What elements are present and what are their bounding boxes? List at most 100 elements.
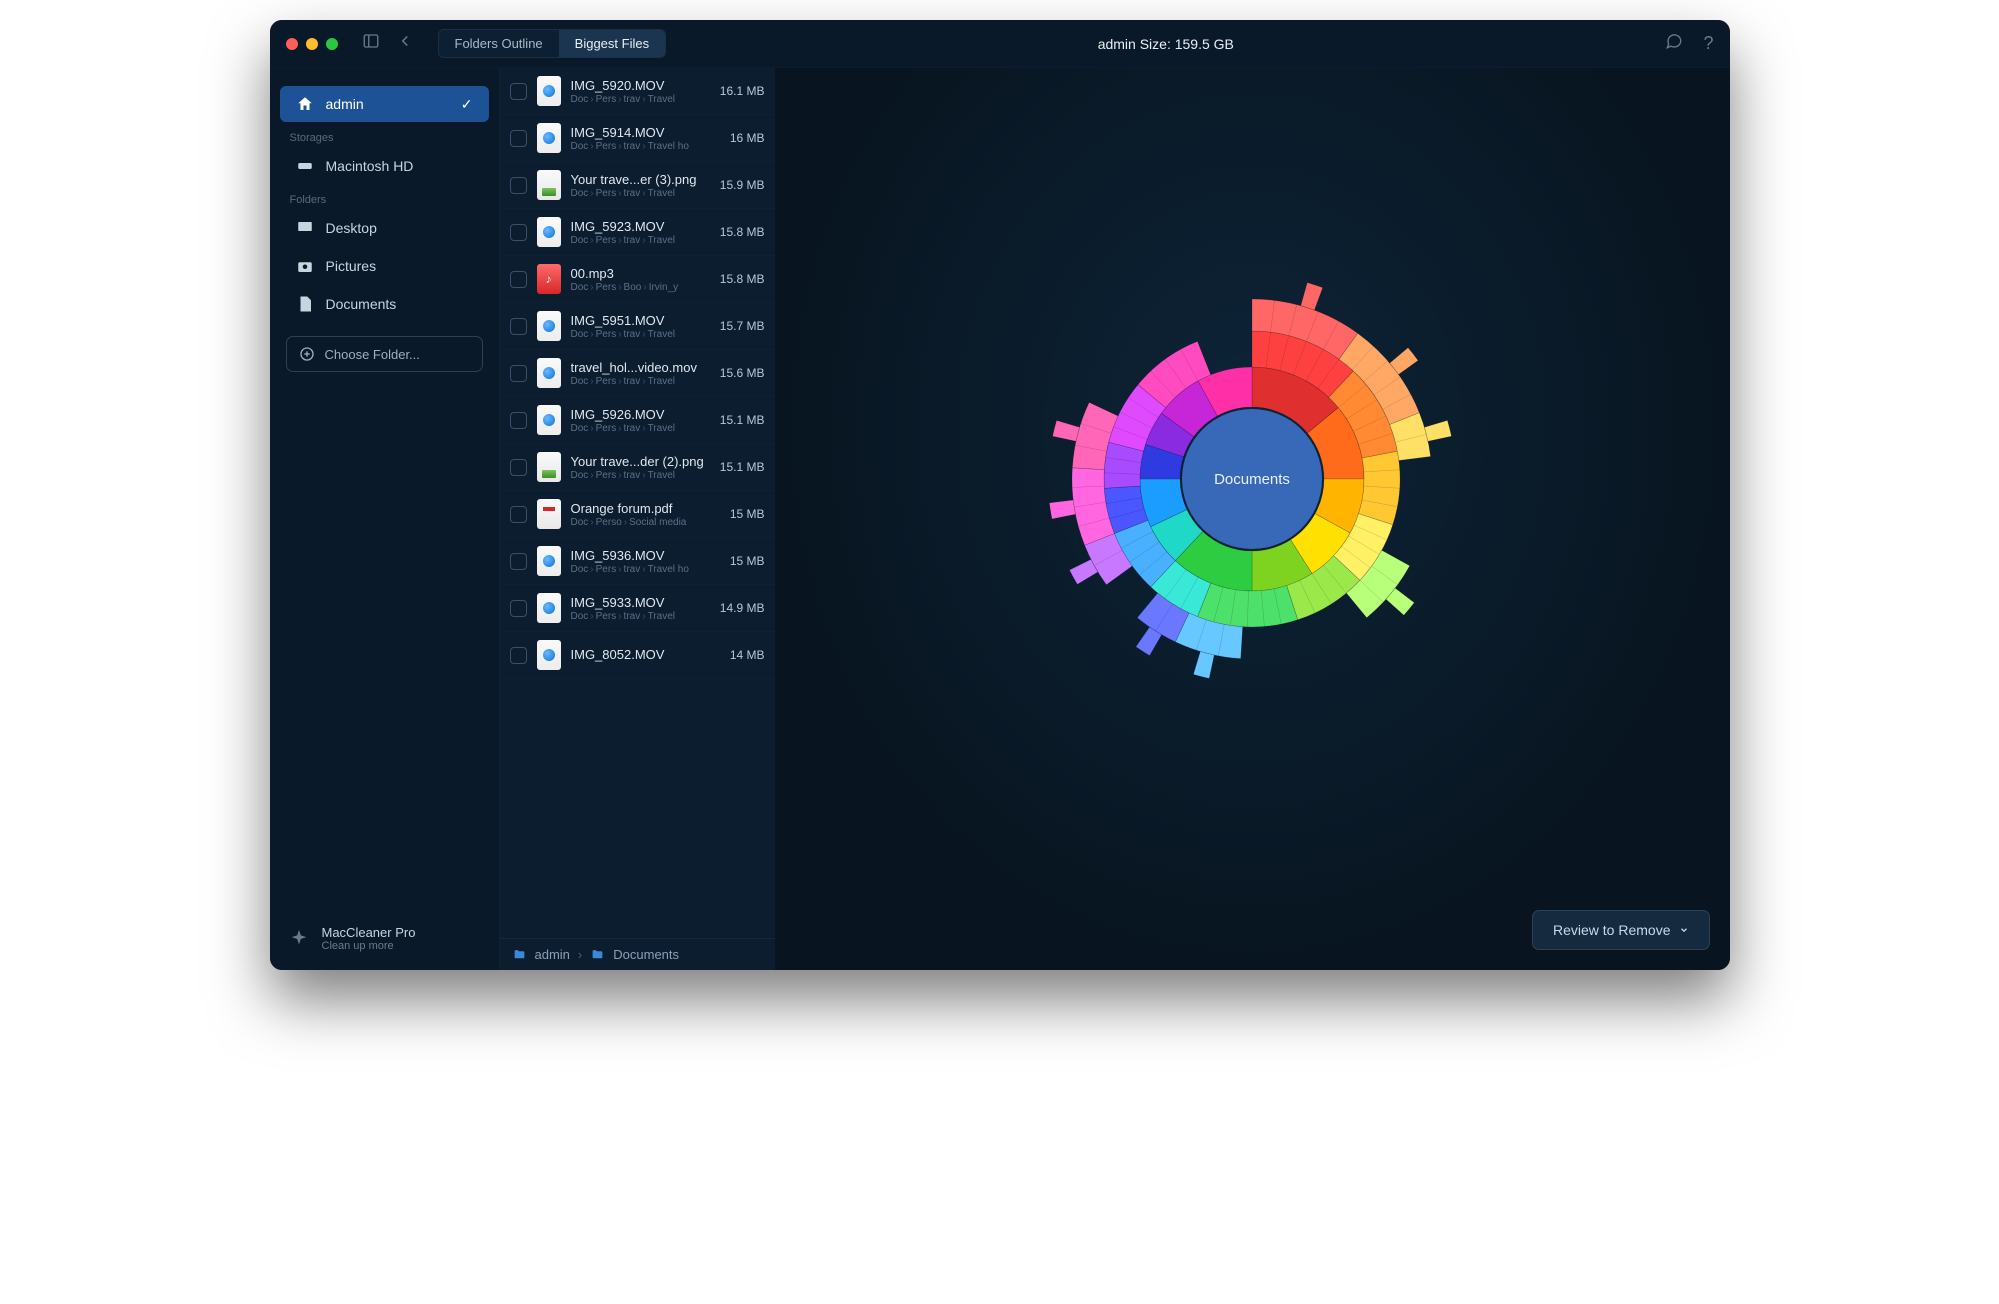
file-checkbox[interactable] (510, 412, 527, 429)
feedback-icon[interactable] (1665, 32, 1683, 55)
file-info: IMG_5920.MOV Doc›Pers›trav›Travel (571, 78, 710, 105)
file-info: IMG_5933.MOV Doc›Pers›trav›Travel (571, 595, 710, 622)
file-checkbox[interactable] (510, 365, 527, 382)
sidebar-user[interactable]: admin ✓ (280, 86, 489, 122)
file-type-icon (537, 593, 561, 623)
sidebar-section-storages: Storages (270, 124, 499, 148)
sidebar-user-label: admin (326, 96, 364, 112)
sidebar-item-label: Pictures (326, 258, 377, 274)
file-name: IMG_5926.MOV (571, 407, 710, 422)
file-row[interactable]: IMG_8052.MOV 14 MB (500, 632, 775, 679)
sidebar-item-pictures[interactable]: Pictures (280, 248, 489, 284)
file-row[interactable]: travel_hol...video.mov Doc›Pers›trav›Tra… (500, 350, 775, 397)
breadcrumb-part[interactable]: admin (535, 947, 570, 962)
promo[interactable]: MacCleaner Pro Clean up more (270, 907, 499, 970)
file-size: 15.6 MB (720, 366, 765, 380)
sunburst-segment[interactable] (1424, 420, 1451, 441)
file-row[interactable]: IMG_5926.MOV Doc›Pers›trav›Travel 15.1 M… (500, 397, 775, 444)
file-checkbox[interactable] (510, 130, 527, 147)
file-type-icon (537, 76, 561, 106)
file-checkbox[interactable] (510, 459, 527, 476)
file-checkbox[interactable] (510, 271, 527, 288)
file-checkbox[interactable] (510, 177, 527, 194)
file-size: 14 MB (730, 648, 765, 662)
sidebar-toggle-icon[interactable] (362, 32, 380, 55)
file-name: IMG_5914.MOV (571, 125, 720, 140)
file-list[interactable]: IMG_5920.MOV Doc›Pers›trav›Travel 16.1 M… (500, 68, 775, 938)
file-name: travel_hol...video.mov (571, 360, 710, 375)
zoom-window-button[interactable] (326, 38, 338, 50)
file-path: Doc›Pers›trav›Travel (571, 376, 710, 387)
file-type-icon (537, 546, 561, 576)
file-checkbox[interactable] (510, 224, 527, 241)
file-path: Doc›Pers›trav›Travel (571, 235, 710, 246)
file-size: 16.1 MB (720, 84, 765, 98)
chevron-down-icon (1679, 925, 1689, 935)
sunburst-center[interactable]: Documents (1182, 409, 1322, 549)
help-icon[interactable]: ? (1703, 33, 1713, 54)
close-window-button[interactable] (286, 38, 298, 50)
file-row[interactable]: Your trave...er (3).png Doc›Pers›trav›Tr… (500, 162, 775, 209)
sunburst-segment[interactable] (1301, 283, 1323, 311)
sidebar-item-desktop[interactable]: Desktop (280, 210, 489, 246)
file-row[interactable]: IMG_5923.MOV Doc›Pers›trav›Travel 15.8 M… (500, 209, 775, 256)
file-name: IMG_5933.MOV (571, 595, 710, 610)
file-size: 14.9 MB (720, 601, 765, 615)
file-name: Your trave...der (2).png (571, 454, 710, 469)
file-row[interactable]: IMG_5933.MOV Doc›Pers›trav›Travel 14.9 M… (500, 585, 775, 632)
sidebar-section-folders: Folders (270, 186, 499, 210)
file-info: IMG_5926.MOV Doc›Pers›trav›Travel (571, 407, 710, 434)
choose-folder-button[interactable]: Choose Folder... (286, 336, 483, 372)
folder-icon (512, 948, 527, 961)
sidebar-item-documents[interactable]: Documents (280, 286, 489, 322)
breadcrumb-part[interactable]: Documents (613, 947, 679, 962)
sunburst-segment[interactable] (1053, 420, 1080, 441)
file-checkbox[interactable] (510, 83, 527, 100)
file-row[interactable]: IMG_5914.MOV Doc›Pers›trav›Travel ho 16 … (500, 115, 775, 162)
file-name: Orange forum.pdf (571, 501, 720, 516)
file-type-icon (537, 170, 561, 200)
sunburst-segment[interactable] (1049, 500, 1075, 519)
file-path: Doc›Perso›Social media (571, 517, 720, 528)
file-checkbox[interactable] (510, 553, 527, 570)
tab-folders-outline[interactable]: Folders Outline (439, 30, 559, 57)
file-path: Doc›Pers›trav›Travel (571, 611, 710, 622)
file-type-icon (537, 217, 561, 247)
file-path: Doc›Pers›trav›Travel ho (571, 141, 720, 152)
file-size: 15.7 MB (720, 319, 765, 333)
file-type-icon (537, 264, 561, 294)
review-to-remove-button[interactable]: Review to Remove (1532, 910, 1710, 950)
file-checkbox[interactable] (510, 647, 527, 664)
chevron-right-icon: › (578, 947, 582, 962)
file-checkbox[interactable] (510, 506, 527, 523)
review-button-label: Review to Remove (1553, 922, 1671, 938)
choose-folder-label: Choose Folder... (325, 347, 420, 362)
file-info: IMG_8052.MOV (571, 647, 720, 663)
file-path: Doc›Pers›trav›Travel (571, 94, 710, 105)
file-size: 15.1 MB (720, 413, 765, 427)
tab-biggest-files[interactable]: Biggest Files (559, 30, 665, 57)
sidebar-item-label: Documents (326, 296, 397, 312)
file-info: IMG_5914.MOV Doc›Pers›trav›Travel ho (571, 125, 720, 152)
minimize-window-button[interactable] (306, 38, 318, 50)
file-size: 15 MB (730, 507, 765, 521)
file-row[interactable]: Your trave...der (2).png Doc›Pers›trav›T… (500, 444, 775, 491)
file-row[interactable]: IMG_5920.MOV Doc›Pers›trav›Travel 16.1 M… (500, 68, 775, 115)
sidebar-item-macintosh-hd[interactable]: Macintosh HD (280, 148, 489, 184)
app-window: Folders Outline Biggest Files admin Size… (270, 20, 1730, 970)
sunburst-chart[interactable]: Documents (1037, 264, 1467, 694)
file-info: IMG_5936.MOV Doc›Pers›trav›Travel ho (571, 548, 720, 575)
file-row[interactable]: Orange forum.pdf Doc›Perso›Social media … (500, 491, 775, 538)
file-row[interactable]: 00.mp3 Doc›Pers›Boo›Irvin_y 15.8 MB (500, 256, 775, 303)
back-icon[interactable] (396, 32, 414, 55)
file-checkbox[interactable] (510, 318, 527, 335)
document-icon (296, 295, 314, 313)
file-type-icon (537, 358, 561, 388)
check-icon: ✓ (461, 96, 473, 113)
file-info: Orange forum.pdf Doc›Perso›Social media (571, 501, 720, 528)
sunburst-segment[interactable] (1193, 651, 1214, 678)
file-row[interactable]: IMG_5936.MOV Doc›Pers›trav›Travel ho 15 … (500, 538, 775, 585)
sidebar: admin ✓ Storages Macintosh HD Folders De… (270, 68, 500, 970)
file-row[interactable]: IMG_5951.MOV Doc›Pers›trav›Travel 15.7 M… (500, 303, 775, 350)
file-checkbox[interactable] (510, 600, 527, 617)
